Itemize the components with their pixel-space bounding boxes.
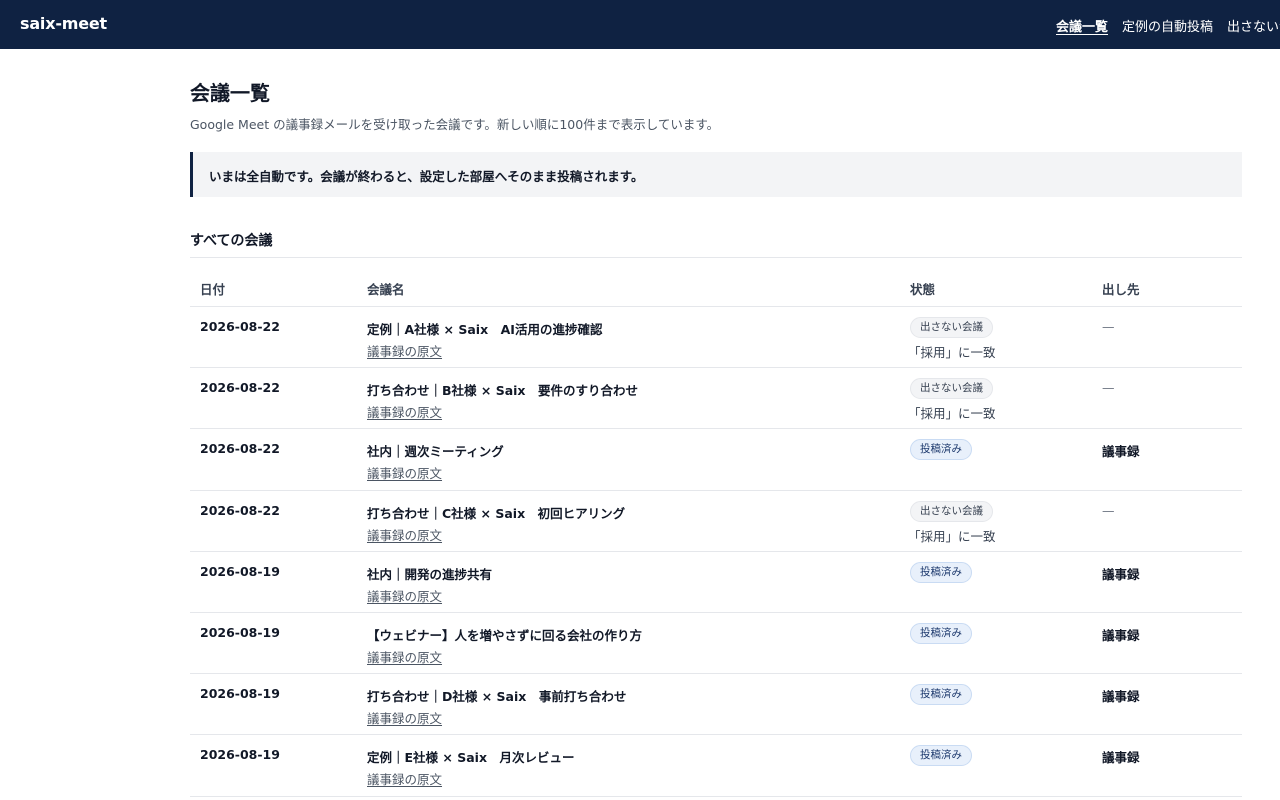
meeting-name: 打ち合わせ｜D社様 × Saix 事前打ち合わせ — [367, 689, 627, 705]
notice-text: いまは全自動です。会議が終わると、設定した部屋へそのまま投稿されます。 — [209, 169, 644, 184]
status-badge: 投稿済み — [910, 745, 972, 767]
table-row: 2026-08-19 定例｜E社様 × Saix 月次レビュー 議事録の原文 投稿済み… — [190, 735, 1242, 797]
destination: 議事録 — [1102, 566, 1140, 582]
meeting-name: 社内｜週次ミーティング — [367, 444, 504, 460]
header-date: 日付 — [200, 282, 226, 297]
table-row: 2026-08-22 社内｜週次ミーティング 議事録の原文 投稿済み 議事録 — [190, 429, 1242, 491]
nav-excluded-meetings[interactable]: 出さない会議 — [1227, 16, 1280, 35]
destination: — — [1102, 380, 1115, 396]
auto-mode-notice: いまは全自動です。会議が終わると、設定した部屋へそのまま投稿されます。 — [190, 152, 1242, 197]
meeting-name: 社内｜開発の進捗共有 — [367, 566, 493, 582]
header-name: 会議名 — [367, 282, 405, 297]
meeting-name: 打ち合わせ｜C社様 × Saix 初回ヒアリング — [367, 505, 626, 521]
nav-auto-post[interactable]: 定例の自動投稿 — [1122, 16, 1213, 35]
meeting-date: 2026-08-22 — [200, 319, 280, 334]
table-row: 2026-08-19 【ウェビナー】人を増やさずに回る会社の作り方 議事録の原文 投稿… — [190, 613, 1242, 675]
header-destination: 出し先 — [1102, 282, 1140, 297]
status-reason: 「採用」に一致 — [908, 528, 996, 544]
top-navbar: saix-meet 会議一覧 定例の自動投稿 出さない会議 — [0, 0, 1280, 49]
main-nav: 会議一覧 定例の自動投稿 出さない会議 — [1056, 16, 1280, 35]
minutes-original-link[interactable]: 議事録の原文 — [367, 708, 442, 727]
destination: 議事録 — [1102, 689, 1140, 705]
meeting-date: 2026-08-22 — [200, 380, 280, 396]
status-badge: 投稿済み — [910, 439, 972, 461]
meeting-name: 【ウェビナー】人を増やさずに回る会社の作り方 — [367, 627, 643, 643]
brand-logo[interactable]: saix-meet — [20, 14, 107, 33]
meeting-date: 2026-08-19 — [200, 686, 280, 702]
meeting-name: 定例｜E社様 × Saix 月次レビュー — [367, 750, 575, 766]
minutes-original-link[interactable]: 議事録の原文 — [367, 769, 442, 788]
header-status: 状態 — [910, 282, 936, 297]
meeting-date: 2026-08-22 — [200, 441, 280, 457]
minutes-original-link[interactable]: 議事録の原文 — [367, 586, 442, 605]
minutes-original-link[interactable]: 議事録の原文 — [367, 647, 442, 666]
table-row: 2026-08-19 社内｜開発の進捗共有 議事録の原文 投稿済み 議事録 — [190, 552, 1242, 613]
table-row: 2026-08-22 打ち合わせ｜B社様 × Saix 要件のすり合わせ 議事録の原… — [190, 368, 1242, 430]
status-badge: 出さない会議 — [910, 378, 993, 400]
meeting-name: 定例｜A社様 × Saix AI活用の進捗確認 — [367, 322, 603, 337]
minutes-original-link[interactable]: 議事録の原文 — [367, 525, 442, 544]
minutes-original-link[interactable]: 議事録の原文 — [367, 402, 442, 421]
destination: — — [1102, 502, 1115, 518]
status-badge: 出さない会議 — [910, 317, 993, 338]
table-row: 2026-08-19 打ち合わせ｜D社様 × Saix 事前打ち合わせ 議事録の原文… — [190, 674, 1242, 736]
destination: 議事録 — [1102, 750, 1140, 766]
section-title: すべての会議 — [190, 233, 273, 249]
meetings-table: 日付 会議名 状態 出し先 2026-08-22 定例｜A社様 × Saix AI… — [190, 257, 1242, 797]
table-row: 2026-08-22 定例｜A社様 × Saix AI活用の進捗確認議事録の原文 出… — [190, 307, 1242, 369]
destination: 議事録 — [1102, 627, 1140, 643]
minutes-original-link[interactable]: 議事録の原文 — [367, 463, 442, 482]
meeting-date: 2026-08-19 — [200, 747, 280, 763]
page-description: Google Meet の議事録メールを受け取った会議です。新しい順に100件ま… — [190, 117, 720, 132]
status-badge: 投稿済み — [910, 561, 972, 583]
meeting-date: 2026-08-19 — [200, 624, 280, 640]
table-body: 2026-08-22 定例｜A社様 × Saix AI活用の進捗確認 議事録の原文出… — [190, 307, 1242, 797]
status-badge: 投稿済み — [910, 622, 972, 644]
meeting-date: 2026-08-22 — [200, 502, 280, 518]
meeting-date: 2026-08-19 — [200, 563, 280, 579]
destination: — — [1102, 319, 1115, 334]
table-header: 日付 会議名 状態 出し先 — [190, 258, 1242, 307]
destination: 議事録 — [1102, 444, 1140, 460]
status-reason: 「採用」に一致 — [908, 406, 996, 422]
page-title: 会議一覧 — [190, 81, 270, 105]
nav-meetings-list[interactable]: 会議一覧 — [1056, 16, 1108, 35]
minutes-original-link[interactable]: 議事録の原文 — [367, 341, 442, 360]
meeting-name: 打ち合わせ｜B社様 × Saix 要件のすり合わせ — [367, 383, 638, 399]
table-row: 2026-08-22 打ち合わせ｜C社様 × Saix 初回ヒアリング 議事録の原文… — [190, 491, 1242, 552]
status-reason: 「採用」に一致 — [908, 345, 996, 360]
status-badge: 投稿済み — [910, 684, 972, 706]
status-badge: 出さない会議 — [910, 500, 993, 522]
